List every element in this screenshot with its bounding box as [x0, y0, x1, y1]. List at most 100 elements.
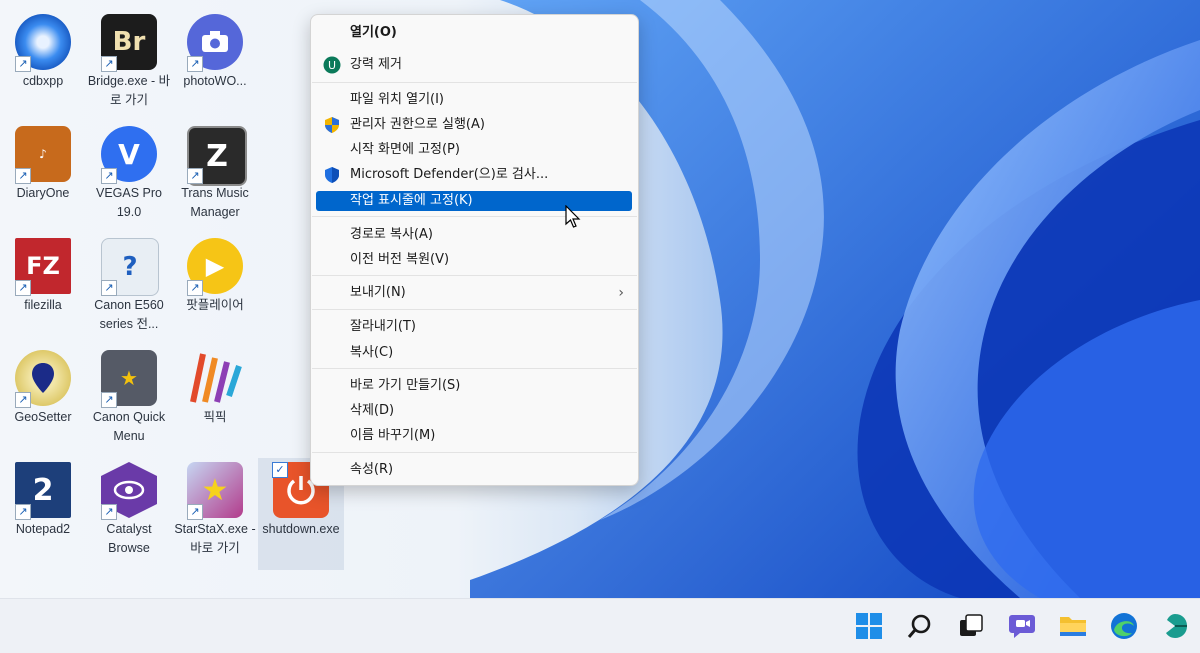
context-menu: 열기(O) U 강력 제거 파일 위치 열기(I) 관리자 권한으로 실행(A)… [310, 14, 639, 486]
uac-shield-icon [323, 116, 341, 134]
menu-item-send-to[interactable]: 보내기(N) › [316, 283, 632, 303]
menu-item-label: 이름 바꾸기(M) [350, 428, 436, 443]
desktop-icon-label: 픽픽 [203, 410, 227, 424]
menu-separator [312, 82, 637, 83]
desktop-icon-label: Canon Quick Menu [92, 410, 166, 443]
desktop-icon-filezilla[interactable]: FZ ↗ filezilla [0, 234, 86, 346]
desktop-icon-label: DiaryOne [16, 186, 70, 200]
desktop-icon-starstax[interactable]: ★ ↗ StarStaX.exe - 바로 가기 [172, 458, 258, 570]
desktop-icon-trans-music[interactable]: Z ↗ Trans Music Manager [172, 122, 258, 234]
shortcut-arrow-icon: ↗ [187, 280, 203, 296]
menu-item-label: 이전 버전 복원(V) [350, 252, 450, 267]
menu-item-label: 시작 화면에 고정(P) [350, 142, 460, 157]
menu-item-pin-to-taskbar[interactable]: 작업 표시줄에 고정(K) [316, 191, 632, 211]
menu-separator [312, 368, 637, 369]
shortcut-arrow-icon: ↗ [15, 168, 31, 184]
desktop-icon-label: VEGAS Pro 19.0 [96, 186, 162, 219]
menu-item-label: Microsoft Defender(으)로 검사... [350, 167, 549, 182]
desktop-icon-label: StarStaX.exe - 바로 가기 [174, 522, 256, 555]
menu-item-label: 관리자 권한으로 실행(A) [350, 117, 485, 132]
taskbar [0, 598, 1200, 653]
shortcut-arrow-icon: ↗ [101, 392, 117, 408]
menu-item-label: 속성(R) [350, 462, 394, 477]
edge-icon[interactable] [1106, 608, 1142, 644]
menu-separator [312, 309, 637, 310]
menu-item-open[interactable]: 열기(O) [316, 23, 632, 43]
desktop-icon-label: shutdown.exe [262, 522, 340, 536]
menu-item-label: 파일 위치 열기(I) [350, 92, 445, 107]
desktop-icon-label: Catalyst Browse [106, 522, 152, 555]
menu-item-create-shortcut[interactable]: 바로 가기 만들기(S) [316, 376, 632, 396]
shortcut-arrow-icon: ↗ [101, 504, 117, 520]
picpick-icon [187, 350, 243, 406]
task-view-icon[interactable] [953, 608, 989, 644]
desktop-icon-canon-quick-menu[interactable]: ★ ↗ Canon Quick Menu [86, 346, 172, 458]
start-icon[interactable] [851, 608, 887, 644]
chat-icon[interactable] [1004, 608, 1040, 644]
defender-shield-icon [323, 166, 341, 184]
menu-item-properties[interactable]: 속성(R) [316, 460, 632, 480]
shortcut-arrow-icon: ↗ [15, 392, 31, 408]
menu-item-defender-scan[interactable]: Microsoft Defender(으)로 검사... [316, 165, 632, 185]
desktop-icon-label: Canon E560 series 전... [94, 298, 164, 331]
shortcut-arrow-icon: ↗ [15, 280, 31, 296]
menu-item-label: 잘라내기(T) [350, 319, 416, 334]
desktop-icon-label: Trans Music Manager [181, 186, 249, 219]
desktop-icon-bridge[interactable]: Br ↗ Bridge.exe - 바로 가기 [86, 10, 172, 122]
menu-item-cut[interactable]: 잘라내기(T) [316, 317, 632, 337]
desktop-icon-diaryone[interactable]: ♪ ↗ DiaryOne [0, 122, 86, 234]
menu-item-run-as-admin[interactable]: 관리자 권한으로 실행(A) [316, 115, 632, 135]
shortcut-arrow-icon: ↗ [101, 56, 117, 72]
desktop-icon-canon-e560[interactable]: ? ↗ Canon E560 series 전... [86, 234, 172, 346]
menu-item-label: 삭제(D) [350, 403, 395, 418]
menu-item-copy[interactable]: 복사(C) [316, 343, 632, 363]
shortcut-arrow-icon: ↗ [187, 504, 203, 520]
desktop-icon-cdbxpp[interactable]: ↗ cdbxpp [0, 10, 86, 122]
shortcut-arrow-icon: ↗ [187, 56, 203, 72]
desktop-icon-notepad2[interactable]: 2 ↗ Notepad2 [0, 458, 86, 570]
shortcut-arrow-icon: ↗ [101, 280, 117, 296]
desktop-icon-vegas[interactable]: V ↗ VEGAS Pro 19.0 [86, 122, 172, 234]
menu-item-restore-previous[interactable]: 이전 버전 복원(V) [316, 250, 632, 270]
chevron-right-icon: › [618, 285, 624, 301]
svg-text:U: U [328, 59, 336, 72]
menu-separator [312, 216, 637, 217]
desktop-icon-picpick[interactable]: 픽픽 [172, 346, 258, 458]
uninstall-icon: U [323, 56, 341, 74]
shortcut-arrow-icon: ↗ [15, 56, 31, 72]
desktop-icon-label: Bridge.exe - 바로 가기 [87, 74, 171, 107]
menu-item-copy-as-path[interactable]: 경로로 복사(A) [316, 225, 632, 245]
menu-item-rename[interactable]: 이름 바꾸기(M) [316, 426, 632, 446]
app-icon[interactable] [1157, 608, 1193, 644]
menu-separator [312, 452, 637, 453]
selection-checkbox-icon[interactable]: ✓ [272, 462, 288, 478]
menu-item-open-file-location[interactable]: 파일 위치 열기(I) [316, 90, 632, 110]
shortcut-arrow-icon: ↗ [187, 168, 203, 184]
menu-item-label: 강력 제거 [350, 57, 402, 72]
file-explorer-icon[interactable] [1055, 608, 1091, 644]
desktop-icon-geosetter[interactable]: ↗ GeoSetter [0, 346, 86, 458]
desktop-icon-label: 팟플레이어 [186, 298, 244, 312]
menu-item-delete[interactable]: 삭제(D) [316, 401, 632, 421]
menu-item-label: 경로로 복사(A) [350, 227, 433, 242]
desktop-icon-label: cdbxpp [22, 74, 64, 88]
menu-item-label: 열기(O) [350, 25, 397, 40]
menu-item-pin-to-start[interactable]: 시작 화면에 고정(P) [316, 140, 632, 160]
desktop-icon-label: photoWO... [183, 74, 247, 88]
shortcut-arrow-icon: ↗ [101, 168, 117, 184]
desktop-icon-photowo[interactable]: ↗ photoWO... [172, 10, 258, 122]
menu-separator [312, 275, 637, 276]
menu-item-label: 복사(C) [350, 345, 394, 360]
menu-item-label: 작업 표시줄에 고정(K) [350, 193, 473, 208]
menu-item-label: 보내기(N) [350, 285, 406, 300]
search-icon[interactable] [902, 608, 938, 644]
desktop-icon-potplayer[interactable]: ▶ ↗ 팟플레이어 [172, 234, 258, 346]
menu-item-label: 바로 가기 만들기(S) [350, 378, 461, 393]
desktop-icon-label: filezilla [24, 298, 62, 312]
desktop-icon-label: GeoSetter [14, 410, 72, 424]
desktop-icon-catalyst-browse[interactable]: ↗ Catalyst Browse [86, 458, 172, 570]
shortcut-arrow-icon: ↗ [15, 504, 31, 520]
menu-item-force-uninstall[interactable]: U 강력 제거 [316, 55, 632, 75]
mouse-cursor-icon [565, 205, 581, 228]
desktop-icon-label: Notepad2 [15, 522, 71, 536]
